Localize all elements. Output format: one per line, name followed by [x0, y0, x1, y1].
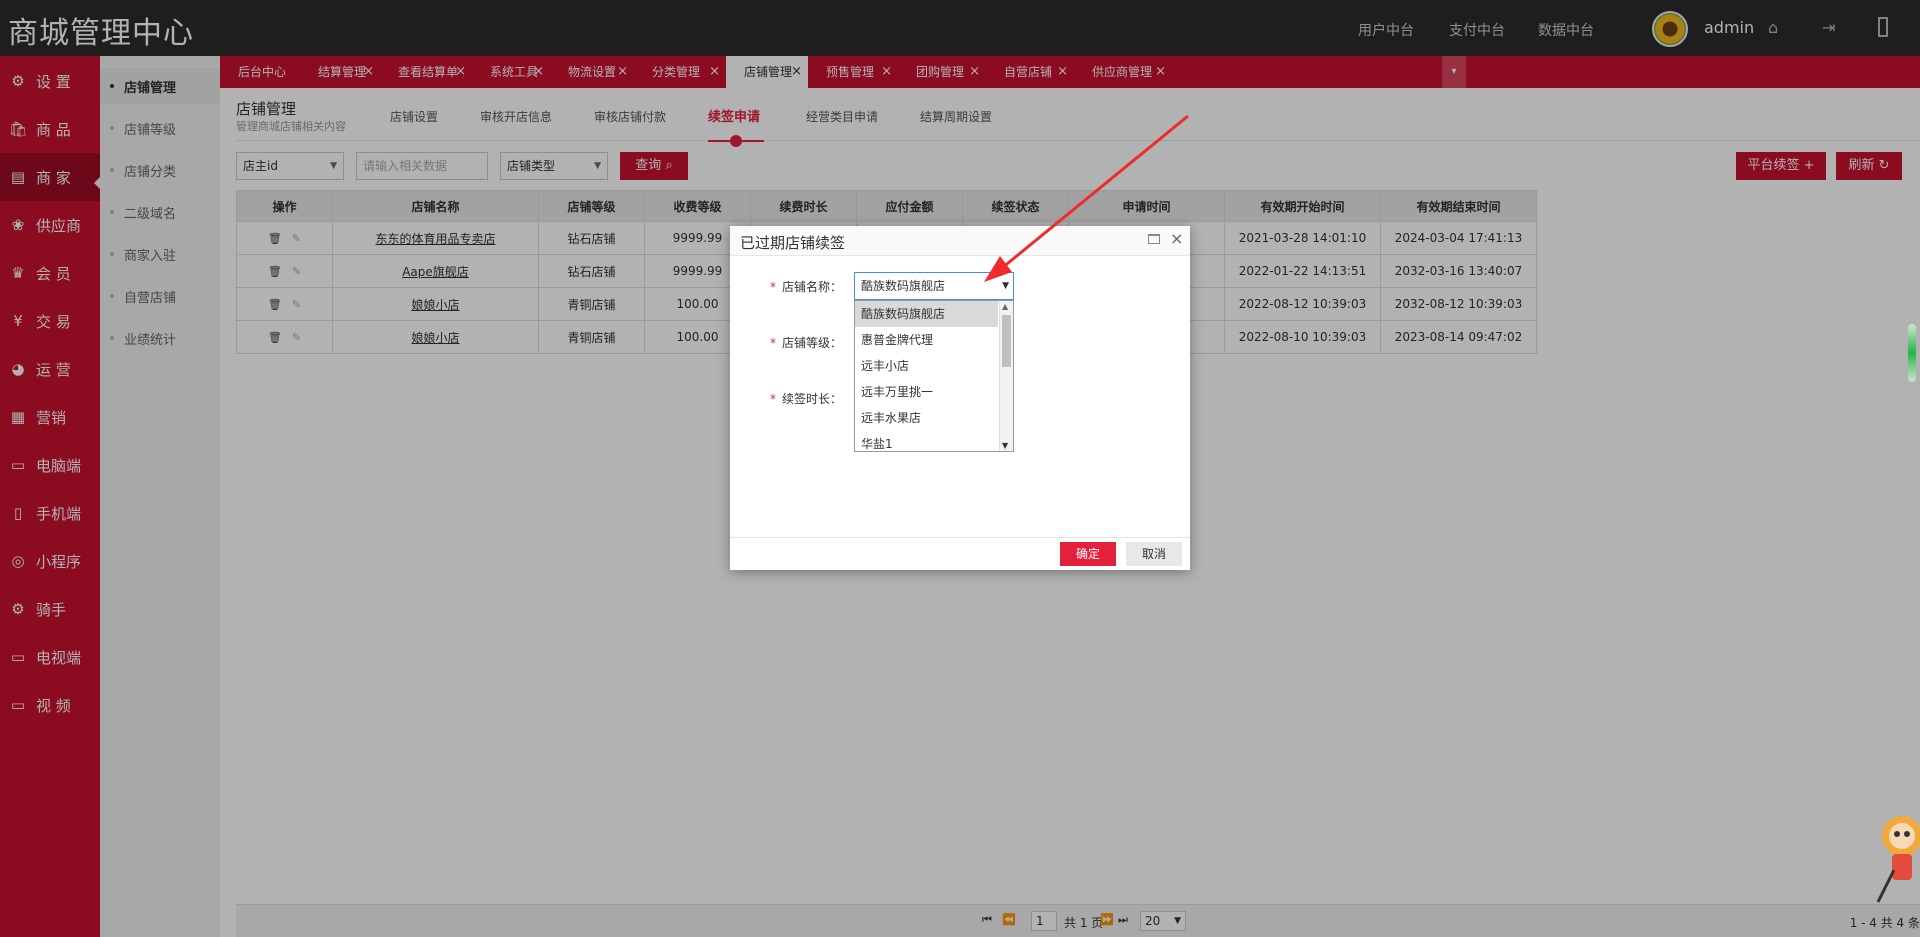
renew-duration-label: * 续签时长：	[770, 392, 843, 406]
page-scroll-indicator[interactable]	[1908, 324, 1916, 382]
store-option[interactable]: 华盐1	[855, 431, 998, 451]
dialog-footer: 确定 取消	[730, 537, 1190, 570]
store-option[interactable]: 远丰水果店	[855, 405, 998, 431]
chevron-down-icon: ▼	[1002, 281, 1009, 291]
scroll-up-icon[interactable]: ▲	[1002, 302, 1008, 311]
dialog-title: 已过期店铺续签	[740, 234, 846, 252]
confirm-button[interactable]: 确定	[1060, 542, 1116, 566]
store-option[interactable]: 酷族数码旗舰店	[855, 301, 998, 327]
scrollbar-thumb[interactable]	[1002, 315, 1011, 367]
store-name-select[interactable]: 酷族数码旗舰店 ▼	[854, 272, 1014, 300]
scroll-down-icon[interactable]: ▼	[1002, 441, 1008, 450]
maximize-icon[interactable]	[1148, 234, 1160, 244]
cancel-button[interactable]: 取消	[1126, 542, 1182, 566]
store-option[interactable]: 远丰万里挑一	[855, 379, 998, 405]
required-mark: *	[770, 280, 776, 294]
renew-dialog: 已过期店铺续签 × * 店铺名称： * 店铺等级： * 续签时长： 酷族数码旗舰店 ▼ …	[730, 226, 1190, 570]
required-mark: *	[770, 392, 776, 406]
dialog-header: 已过期店铺续签 ×	[730, 226, 1190, 256]
store-level-label: * 店铺等级：	[770, 336, 843, 350]
store-option[interactable]: 远丰小店	[855, 353, 998, 379]
mascot-icon[interactable]	[1870, 806, 1920, 906]
list-scrollbar[interactable]: ▲ ▼	[999, 301, 1013, 451]
store-name-label: * 店铺名称：	[770, 280, 843, 294]
store-options-list[interactable]: 酷族数码旗舰店 惠普金牌代理 远丰小店 远丰万里挑一 远丰水果店 华盐1 ▲ ▼	[854, 300, 1014, 452]
required-mark: *	[770, 336, 776, 350]
close-icon[interactable]: ×	[1170, 229, 1183, 248]
store-option[interactable]: 惠普金牌代理	[855, 327, 998, 353]
